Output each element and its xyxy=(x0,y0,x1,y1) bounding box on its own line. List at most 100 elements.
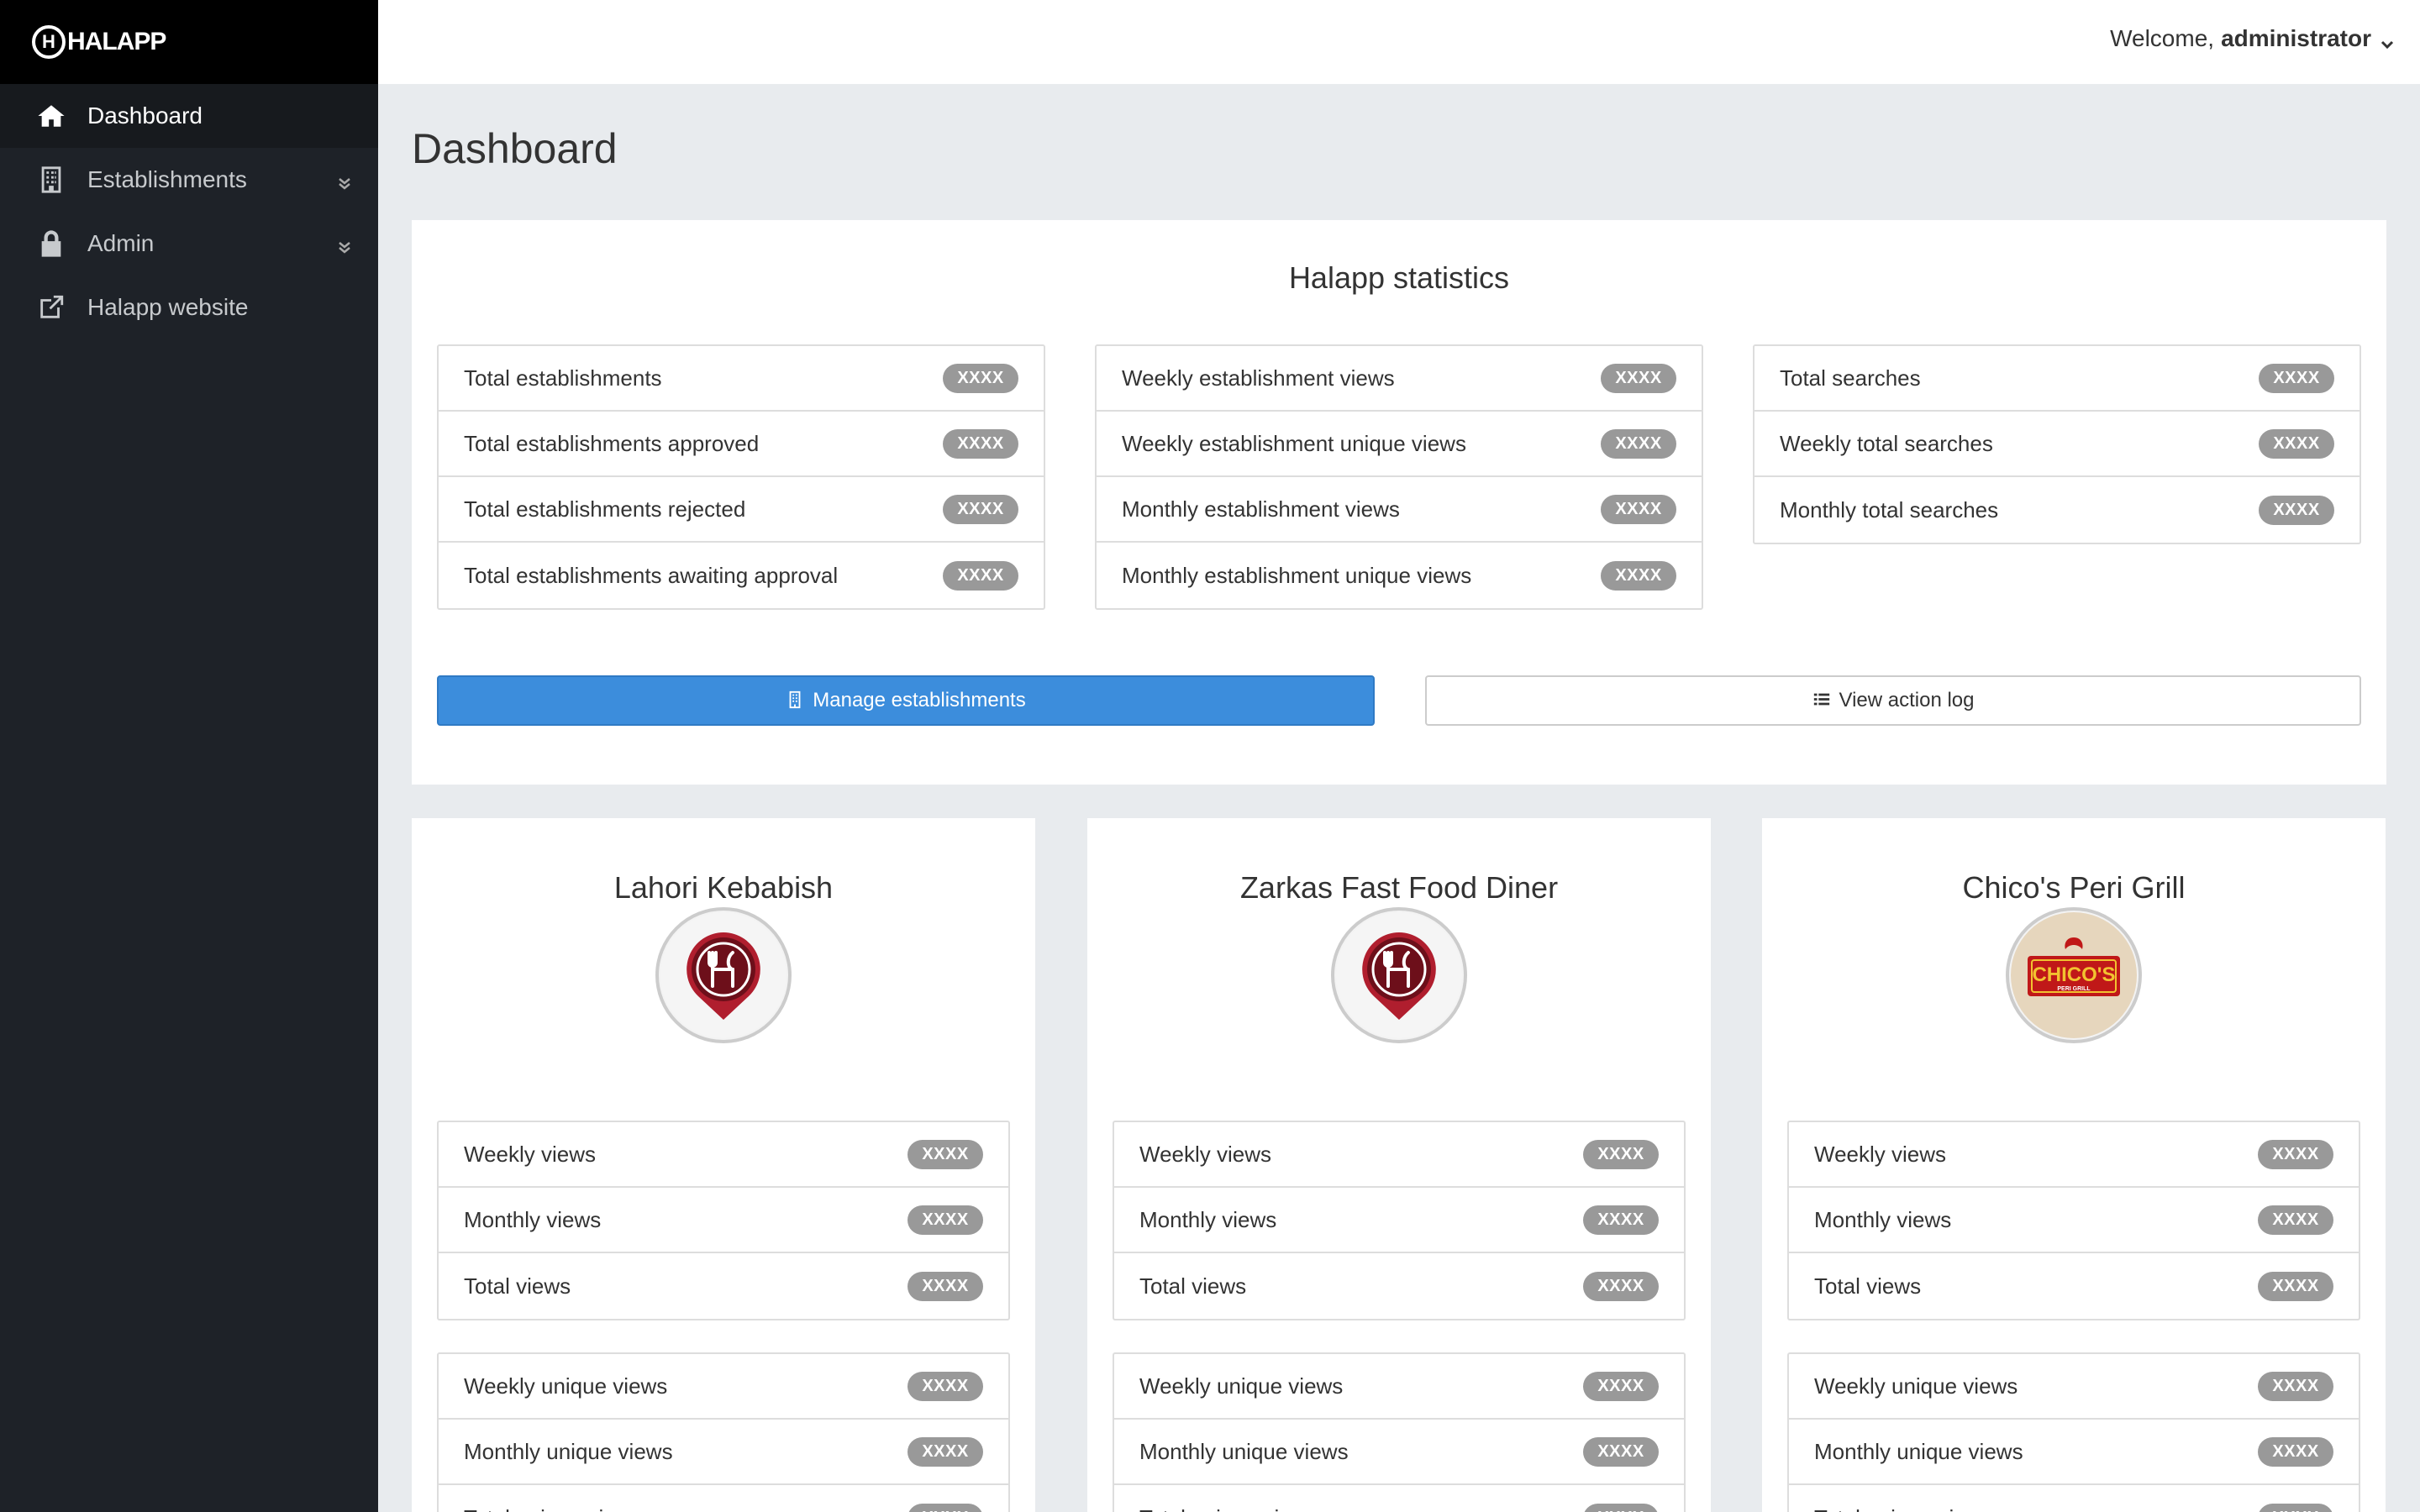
sidebar-item-admin[interactable]: Admin xyxy=(0,212,378,276)
stat-badge: XXXX xyxy=(1601,363,1676,393)
establishment-totals-list: Total establishments XXXX Total establish… xyxy=(437,344,1045,610)
stat-badge: XXXX xyxy=(1601,494,1676,524)
list-item: Total unique views XXXX xyxy=(1114,1485,1684,1512)
list-item: Weekly views XXXX xyxy=(1789,1122,2359,1188)
list-item: Weekly unique views XXXX xyxy=(439,1354,1008,1420)
stat-label: Total unique views xyxy=(1139,1505,1318,1512)
stat-label: Monthly establishment views xyxy=(1122,496,1400,522)
user-menu[interactable]: Welcome, administrator xyxy=(2110,25,2395,52)
stat-badge: XXXX xyxy=(908,1436,983,1467)
unique-views-list: Weekly unique views XXXX Monthly unique v… xyxy=(437,1352,1010,1512)
stat-badge: XXXX xyxy=(943,428,1018,459)
establishment-logo xyxy=(655,907,792,1043)
welcome-text: Welcome, xyxy=(2110,25,2215,51)
chicos-logo-icon: CHICO'S PERI GRILL xyxy=(2011,912,2137,1038)
stat-label: Weekly views xyxy=(1814,1141,1947,1167)
establishment-name: Zarkas Fast Food Diner xyxy=(1239,870,1559,905)
views-list: Weekly views XXXX Monthly views XXXX Total… xyxy=(1113,1121,1686,1320)
stat-label: Total views xyxy=(464,1273,571,1299)
list-item: Weekly establishment unique views XXXX xyxy=(1097,412,1702,477)
stat-badge: XXXX xyxy=(2259,495,2334,525)
stat-label: Monthly views xyxy=(1139,1206,1277,1232)
lock-icon xyxy=(35,228,67,260)
sidebar-item-label: Dashboard xyxy=(87,102,203,129)
stat-badge: XXXX xyxy=(1583,1139,1659,1169)
stat-label: Weekly establishment views xyxy=(1122,365,1395,391)
stat-badge: XXXX xyxy=(2258,1139,2333,1169)
views-list: Weekly views XXXX Monthly views XXXX Total… xyxy=(437,1121,1010,1320)
stat-label: Total establishments approved xyxy=(464,430,760,456)
sidebar-nav: Dashboard Establishments Admin Halapp we… xyxy=(0,84,378,339)
stat-label: Total searches xyxy=(1780,365,1921,391)
stat-label: Weekly unique views xyxy=(1139,1373,1344,1399)
list-item: Monthly total searches XXXX xyxy=(1754,477,2360,543)
halapp-logo[interactable]: H HALAPP xyxy=(32,25,166,59)
stat-badge: XXXX xyxy=(943,560,1018,591)
list-item: Total views XXXX xyxy=(1789,1253,2359,1319)
list-item: Weekly unique views XXXX xyxy=(1114,1354,1684,1420)
stat-badge: XXXX xyxy=(2258,1205,2333,1235)
page-title: Dashboard xyxy=(412,125,618,172)
building-icon xyxy=(35,164,67,196)
establishment-name: Chico's Peri Grill xyxy=(1962,870,2186,905)
list-item: Monthly views XXXX xyxy=(1789,1188,2359,1253)
stat-label: Monthly unique views xyxy=(1814,1438,2023,1464)
logo-bar: H HALAPP xyxy=(0,0,378,84)
chevron-down-icon xyxy=(2380,31,2395,50)
sidebar-item-label: Halapp website xyxy=(87,294,249,320)
establishment-card: Chico's Peri Grill CHICO'S PERI GRILL We… xyxy=(1762,818,2386,1512)
list-item: Total establishments awaiting approval XX… xyxy=(439,543,1044,608)
list-item: Total unique views XXXX xyxy=(439,1485,1008,1512)
stat-label: Weekly views xyxy=(464,1141,597,1167)
list-item: Weekly total searches XXXX xyxy=(1754,412,2360,477)
establishment-card: Zarkas Fast Food Diner Weekly views XXXX … xyxy=(1087,818,1711,1512)
stat-label: Total establishments awaiting approval xyxy=(464,562,839,588)
view-action-log-button[interactable]: View action log xyxy=(1425,675,2361,726)
statistics-panel: Halapp statistics Total establishments XX… xyxy=(412,220,2386,785)
stat-label: Total establishments xyxy=(464,365,662,391)
stat-badge: XXXX xyxy=(943,494,1018,524)
list-item: Total establishments approved XXXX xyxy=(439,412,1044,477)
list-item: Weekly views XXXX xyxy=(1114,1122,1684,1188)
sidebar-item-establishments[interactable]: Establishments xyxy=(0,148,378,212)
stat-label: Total views xyxy=(1139,1273,1247,1299)
stat-badge: XXXX xyxy=(908,1503,983,1512)
list-item: Monthly establishment views XXXX xyxy=(1097,477,1702,543)
logo-text: HALAPP xyxy=(67,28,166,55)
building-icon xyxy=(786,690,806,711)
manage-establishments-button[interactable]: Manage establishments xyxy=(437,675,1375,726)
list-item: Monthly unique views XXXX xyxy=(1789,1420,2359,1485)
sidebar-item-dashboard[interactable]: Dashboard xyxy=(0,84,378,148)
svg-text:PERI GRILL: PERI GRILL xyxy=(2057,986,2091,992)
stat-badge: XXXX xyxy=(2258,1436,2333,1467)
stat-label: Total unique views xyxy=(1814,1505,1992,1512)
list-item: Total views XXXX xyxy=(439,1253,1008,1319)
stat-label: Monthly unique views xyxy=(464,1438,673,1464)
manage-establishments-label: Manage establishments xyxy=(813,689,1026,711)
searches-list: Total searches XXXX Weekly total searches… xyxy=(1753,344,2361,544)
stat-label: Weekly total searches xyxy=(1780,430,1993,456)
views-list: Weekly views XXXX Monthly views XXXX Total… xyxy=(1787,1121,2360,1320)
stat-badge: XXXX xyxy=(2258,1271,2333,1301)
list-item: Monthly unique views XXXX xyxy=(439,1420,1008,1485)
stat-badge: XXXX xyxy=(908,1271,983,1301)
list-item: Monthly unique views XXXX xyxy=(1114,1420,1684,1485)
stat-badge: XXXX xyxy=(908,1371,983,1401)
list-item: Total unique views XXXX xyxy=(1789,1485,2359,1512)
double-chevron-down-icon xyxy=(336,235,353,254)
unique-views-list: Weekly unique views XXXX Monthly unique v… xyxy=(1787,1352,2360,1512)
establishment-logo: CHICO'S PERI GRILL xyxy=(2006,907,2142,1043)
sidebar-item-halapp-website[interactable]: Halapp website xyxy=(0,276,378,339)
list-item: Total searches XXXX xyxy=(1754,346,2360,412)
stat-badge: XXXX xyxy=(908,1139,983,1169)
top-bar: Welcome, administrator xyxy=(378,0,2420,84)
stat-label: Total establishments rejected xyxy=(464,496,746,522)
stat-label: Weekly unique views xyxy=(464,1373,668,1399)
establishment-views-list: Weekly establishment views XXXX Weekly es… xyxy=(1095,344,1703,610)
halapp-logo-icon: H xyxy=(32,25,66,59)
list-item: Monthly views XXXX xyxy=(439,1188,1008,1253)
establishment-name: Lahori Kebabish xyxy=(613,870,834,905)
stat-badge: XXXX xyxy=(1601,428,1676,459)
establishment-card: Lahori Kebabish Weekly views XXXX Monthly… xyxy=(412,818,1035,1512)
stat-label: Monthly views xyxy=(1814,1206,1952,1232)
